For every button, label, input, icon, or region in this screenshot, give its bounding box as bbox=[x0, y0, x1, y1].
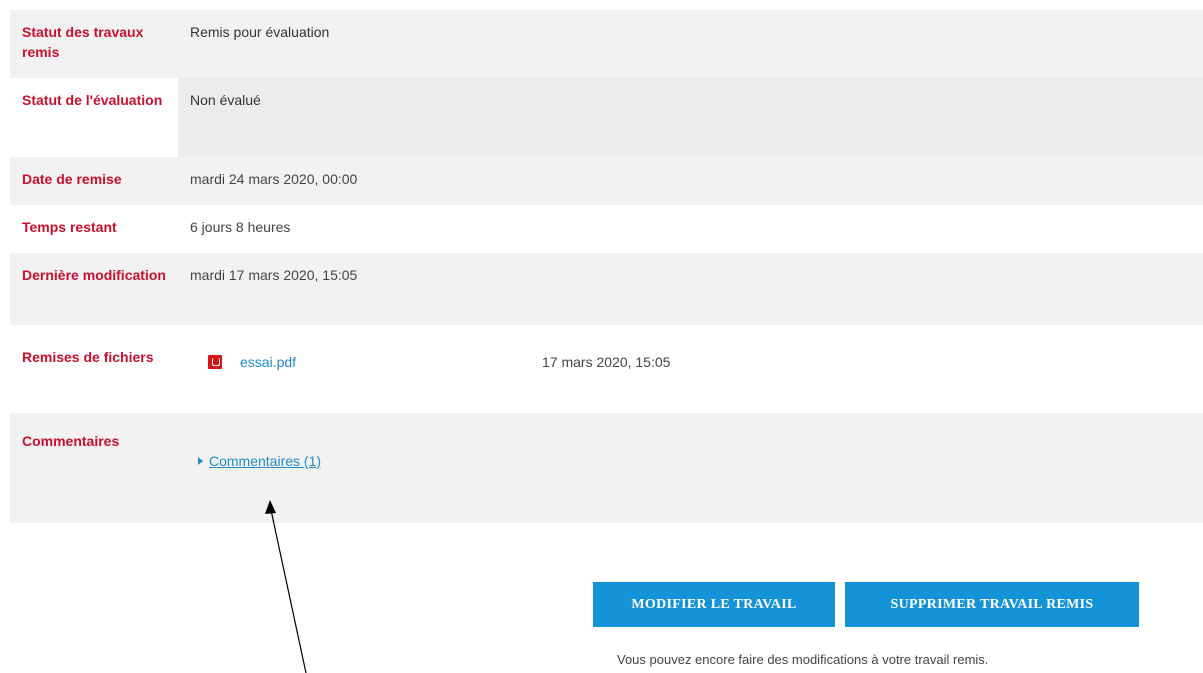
row-label: Commentaires bbox=[22, 433, 120, 449]
row-value: Remis pour évaluation bbox=[190, 24, 330, 40]
comments-toggle-label: Commentaires (1) bbox=[209, 453, 322, 469]
row-value: mardi 24 mars 2020, 00:00 bbox=[190, 171, 358, 187]
row-label: Date de remise bbox=[22, 171, 122, 187]
status-row-submission: Statut des travaux remis Remis pour éval… bbox=[10, 10, 1203, 78]
row-value: Commentaires (1) bbox=[178, 413, 1203, 523]
status-row-due-date: Date de remise mardi 24 mars 2020, 00:00 bbox=[10, 157, 1203, 205]
status-row-time-remaining: Temps restant 6 jours 8 heures bbox=[10, 205, 1203, 253]
status-row-grading: Statut de l'évaluation Non évalué bbox=[10, 78, 1203, 157]
caret-right-icon bbox=[198, 457, 203, 465]
comments-toggle-link[interactable]: Commentaires (1) bbox=[198, 451, 321, 471]
submission-actions: MODIFIER LE TRAVAIL SUPPRIMER TRAVAIL RE… bbox=[593, 582, 1139, 627]
row-label: Remises de fichiers bbox=[22, 349, 154, 365]
row-value: 6 jours 8 heures bbox=[190, 219, 291, 235]
file-item: essai.pdf 17 mars 2020, 15:05 bbox=[194, 349, 694, 375]
row-label: Statut de l'évaluation bbox=[22, 92, 163, 108]
row-value: Non évalué bbox=[178, 78, 1203, 157]
row-value: essai.pdf 17 mars 2020, 15:05 bbox=[178, 325, 1203, 413]
remove-submission-button[interactable]: SUPPRIMER TRAVAIL REMIS bbox=[845, 582, 1139, 627]
pdf-icon bbox=[208, 355, 222, 369]
file-link[interactable]: essai.pdf bbox=[240, 352, 296, 372]
status-row-comments: Commentaires Commentaires (1) bbox=[10, 413, 1203, 523]
status-row-last-modified: Dernière modification mardi 17 mars 2020… bbox=[10, 253, 1203, 325]
row-label: Statut des travaux remis bbox=[22, 24, 144, 60]
edit-submission-button[interactable]: MODIFIER LE TRAVAIL bbox=[593, 582, 835, 627]
edit-hint-text: Vous pouvez encore faire des modificatio… bbox=[617, 652, 989, 667]
submission-status-table: Statut des travaux remis Remis pour éval… bbox=[10, 10, 1203, 523]
file-date: 17 mars 2020, 15:05 bbox=[542, 354, 671, 370]
row-value: mardi 17 mars 2020, 15:05 bbox=[190, 267, 358, 283]
row-label: Temps restant bbox=[22, 219, 117, 235]
row-label: Dernière modification bbox=[22, 267, 166, 283]
status-row-file-submissions: Remises de fichiers essai.pdf 17 mars 20… bbox=[10, 325, 1203, 413]
